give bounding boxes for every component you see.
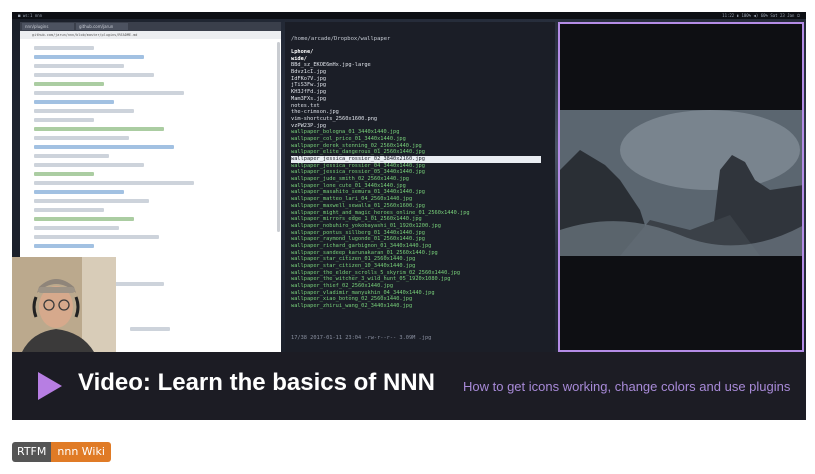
file-entry[interactable]: wallpaper_derek_stenning_02_2560x1440.jp… [291,143,541,150]
video-subtitle: How to get icons working, change colors … [463,379,791,394]
play-icon[interactable] [38,372,62,400]
file-entry[interactable]: wallpaper_col_price_01_3440x1440.jpg [291,136,541,143]
browser-url-bar: github.com/jarun/nnn/blob/master/plugins… [20,31,281,39]
code-line [34,181,194,185]
code-line [34,46,94,50]
editor-scrollbar[interactable] [277,42,280,232]
file-entry[interactable]: wallpaper_jude_smith_02_2560x1440.jpg [291,176,541,183]
file-entry[interactable]: wallpaper_pontus_sillberg_01_3440x1440.j… [291,230,541,237]
file-entry[interactable]: wallpaper_zhirui_wang_02_3440x1440.jpg [291,303,541,310]
file-entry[interactable]: wallpaper_the_elder_scrolls_5_skyrim_02_… [291,270,541,277]
desktop-top-bar: ■ ws:1 nnn 11:22 ▮ 100% ◀) 60% Sat 23 Ja… [12,12,806,19]
code-line [34,118,94,122]
code-line [34,91,184,95]
file-entry[interactable]: jTiS3Fw.jpg [291,82,541,89]
code-line [34,226,119,230]
browser-tab: github.com/jarun [76,23,128,30]
directory-entry[interactable]: Lphone/ [291,49,541,56]
video-thumbnail[interactable]: ■ ws:1 nnn 11:22 ▮ 100% ◀) 60% Sat 23 Ja… [12,12,806,352]
terminal-window: /home/arcade/Dropbox/wallpaper Lphone/wi… [285,22,555,352]
file-entry[interactable]: vzPW23P.jpg [291,123,541,130]
file-entry[interactable]: wallpaper_richard_garbignon_01_3440x1440… [291,243,541,250]
workspace-indicator: ■ ws:1 nnn [18,13,43,18]
browser-tab-bar: nnn/plugins github.com/jarun [20,22,281,31]
file-entry[interactable]: vim-shortcuts_2560x1600.png [291,116,541,123]
file-entry[interactable]: Mam3FXs.jpg [291,96,541,103]
code-line [34,199,149,203]
file-entry[interactable]: wallpaper_star_citizen_10_3440x1440.jpg [291,263,541,270]
video-title[interactable]: Video: Learn the basics of NNN [78,369,435,397]
video-caption-bar[interactable]: Video: Learn the basics of NNN How to ge… [12,352,806,420]
directory-entry[interactable]: wide/ [291,56,541,63]
file-entry[interactable]: wallpaper_lone_cute_01_3440x1440.jpg [291,183,541,190]
terminal-path: /home/arcade/Dropbox/wallpaper [291,36,391,42]
file-entry[interactable]: wallpaper_maxwell_sewalla_01_2560x1600.j… [291,203,541,210]
file-entry[interactable]: wallpaper_raymond_lugonde_01_2560x1440.j… [291,236,541,243]
code-line [34,208,104,212]
file-entry[interactable]: wallpaper_nobuhiro_yokobayashi_01_1920x1… [291,223,541,230]
code-line [34,163,144,167]
file-entry[interactable]: wallpaper_sandeep_karunakaran_01_2560x14… [291,250,541,257]
file-entry[interactable]: wallpaper_the_witcher_3_wild_hunt_05_192… [291,276,541,283]
file-entry[interactable]: wallpaper_masahito_semura_01_3440x1440.j… [291,189,541,196]
code-line [130,327,170,331]
presenter-avatar [12,257,116,352]
code-line [34,100,114,104]
code-line [34,145,174,149]
code-line [34,154,109,158]
file-entry[interactable]: the-crimson.jpg [291,109,541,116]
code-line [34,109,134,113]
file-entry[interactable]: wallpaper_xiao_botong_02_2560x1440.jpg [291,296,541,303]
file-entry[interactable]: IdFKo7V.jpg [291,76,541,83]
file-entry[interactable]: wallpaper_mirrors_edge_1_01_2560x1440.jp… [291,216,541,223]
file-entry[interactable]: KH3JfFd.jpg [291,89,541,96]
code-line [34,136,129,140]
code-line [34,217,134,221]
browser-tab: nnn/plugins [22,23,74,30]
code-line [34,127,164,131]
file-entry[interactable]: wallpaper_matteo_lari_04_2560x1440.jpg [291,196,541,203]
code-line [34,55,144,59]
file-entry[interactable]: wallpaper_elite_dangerous_01_2560x1440.j… [291,149,541,156]
rtfm-badge-link[interactable]: RTFM nnn Wiki [12,442,111,462]
code-line [34,172,94,176]
badge-label: RTFM [12,442,52,462]
code-line [34,190,124,194]
file-entry[interactable]: wallpaper_might_and_magic_heroes_online_… [291,210,541,217]
code-line [34,73,154,77]
code-line [34,82,104,86]
code-line [34,235,159,239]
terminal-status-line: 17/38 2017-01-11 23:04 -rw-r--r-- 3.09M … [291,335,432,341]
file-entry[interactable]: wallpaper_thief_02_2560x1440.jpg [291,283,541,290]
file-entry[interactable]: wallpaper_jessica_rossier_04_3440x1440.j… [291,163,541,170]
badge-value: nnn Wiki [51,442,111,462]
system-tray: 11:22 ▮ 100% ◀) 60% Sat 23 Jan ⏻ [722,13,800,18]
file-entry[interactable]: wallpaper_bologna_01_3440x1440.jpg [291,129,541,136]
wallpaper-preview-image [560,110,802,256]
file-entry[interactable]: wallpaper_jessica_rossier_05_3440x1440.j… [291,169,541,176]
file-entry[interactable]: BBd_sz_EKOE6mHx.jpg-large [291,62,541,69]
file-list: Lphone/wide/BBd_sz_EKOE6mHx.jpg-large Bdv… [291,49,541,310]
code-line [34,244,94,248]
selected-file-entry[interactable]: wallpaper_jessica_rossier_02_3840x2160.j… [291,156,541,163]
mountain-landscape-illustration [560,110,802,256]
file-entry[interactable]: wallpaper_star_citizen_01_2560x1440.jpg [291,256,541,263]
file-entry[interactable]: wallpaper_vladimir_manyukhin_04_3440x144… [291,290,541,297]
file-entry[interactable]: notes.txt [291,103,541,110]
code-line [34,64,124,68]
webcam-overlay [12,257,116,352]
image-preview-pane [558,22,804,352]
file-entry[interactable]: Bdvz1cI.jpg [291,69,541,76]
video-card[interactable]: ■ ws:1 nnn 11:22 ▮ 100% ◀) 60% Sat 23 Ja… [12,12,806,420]
